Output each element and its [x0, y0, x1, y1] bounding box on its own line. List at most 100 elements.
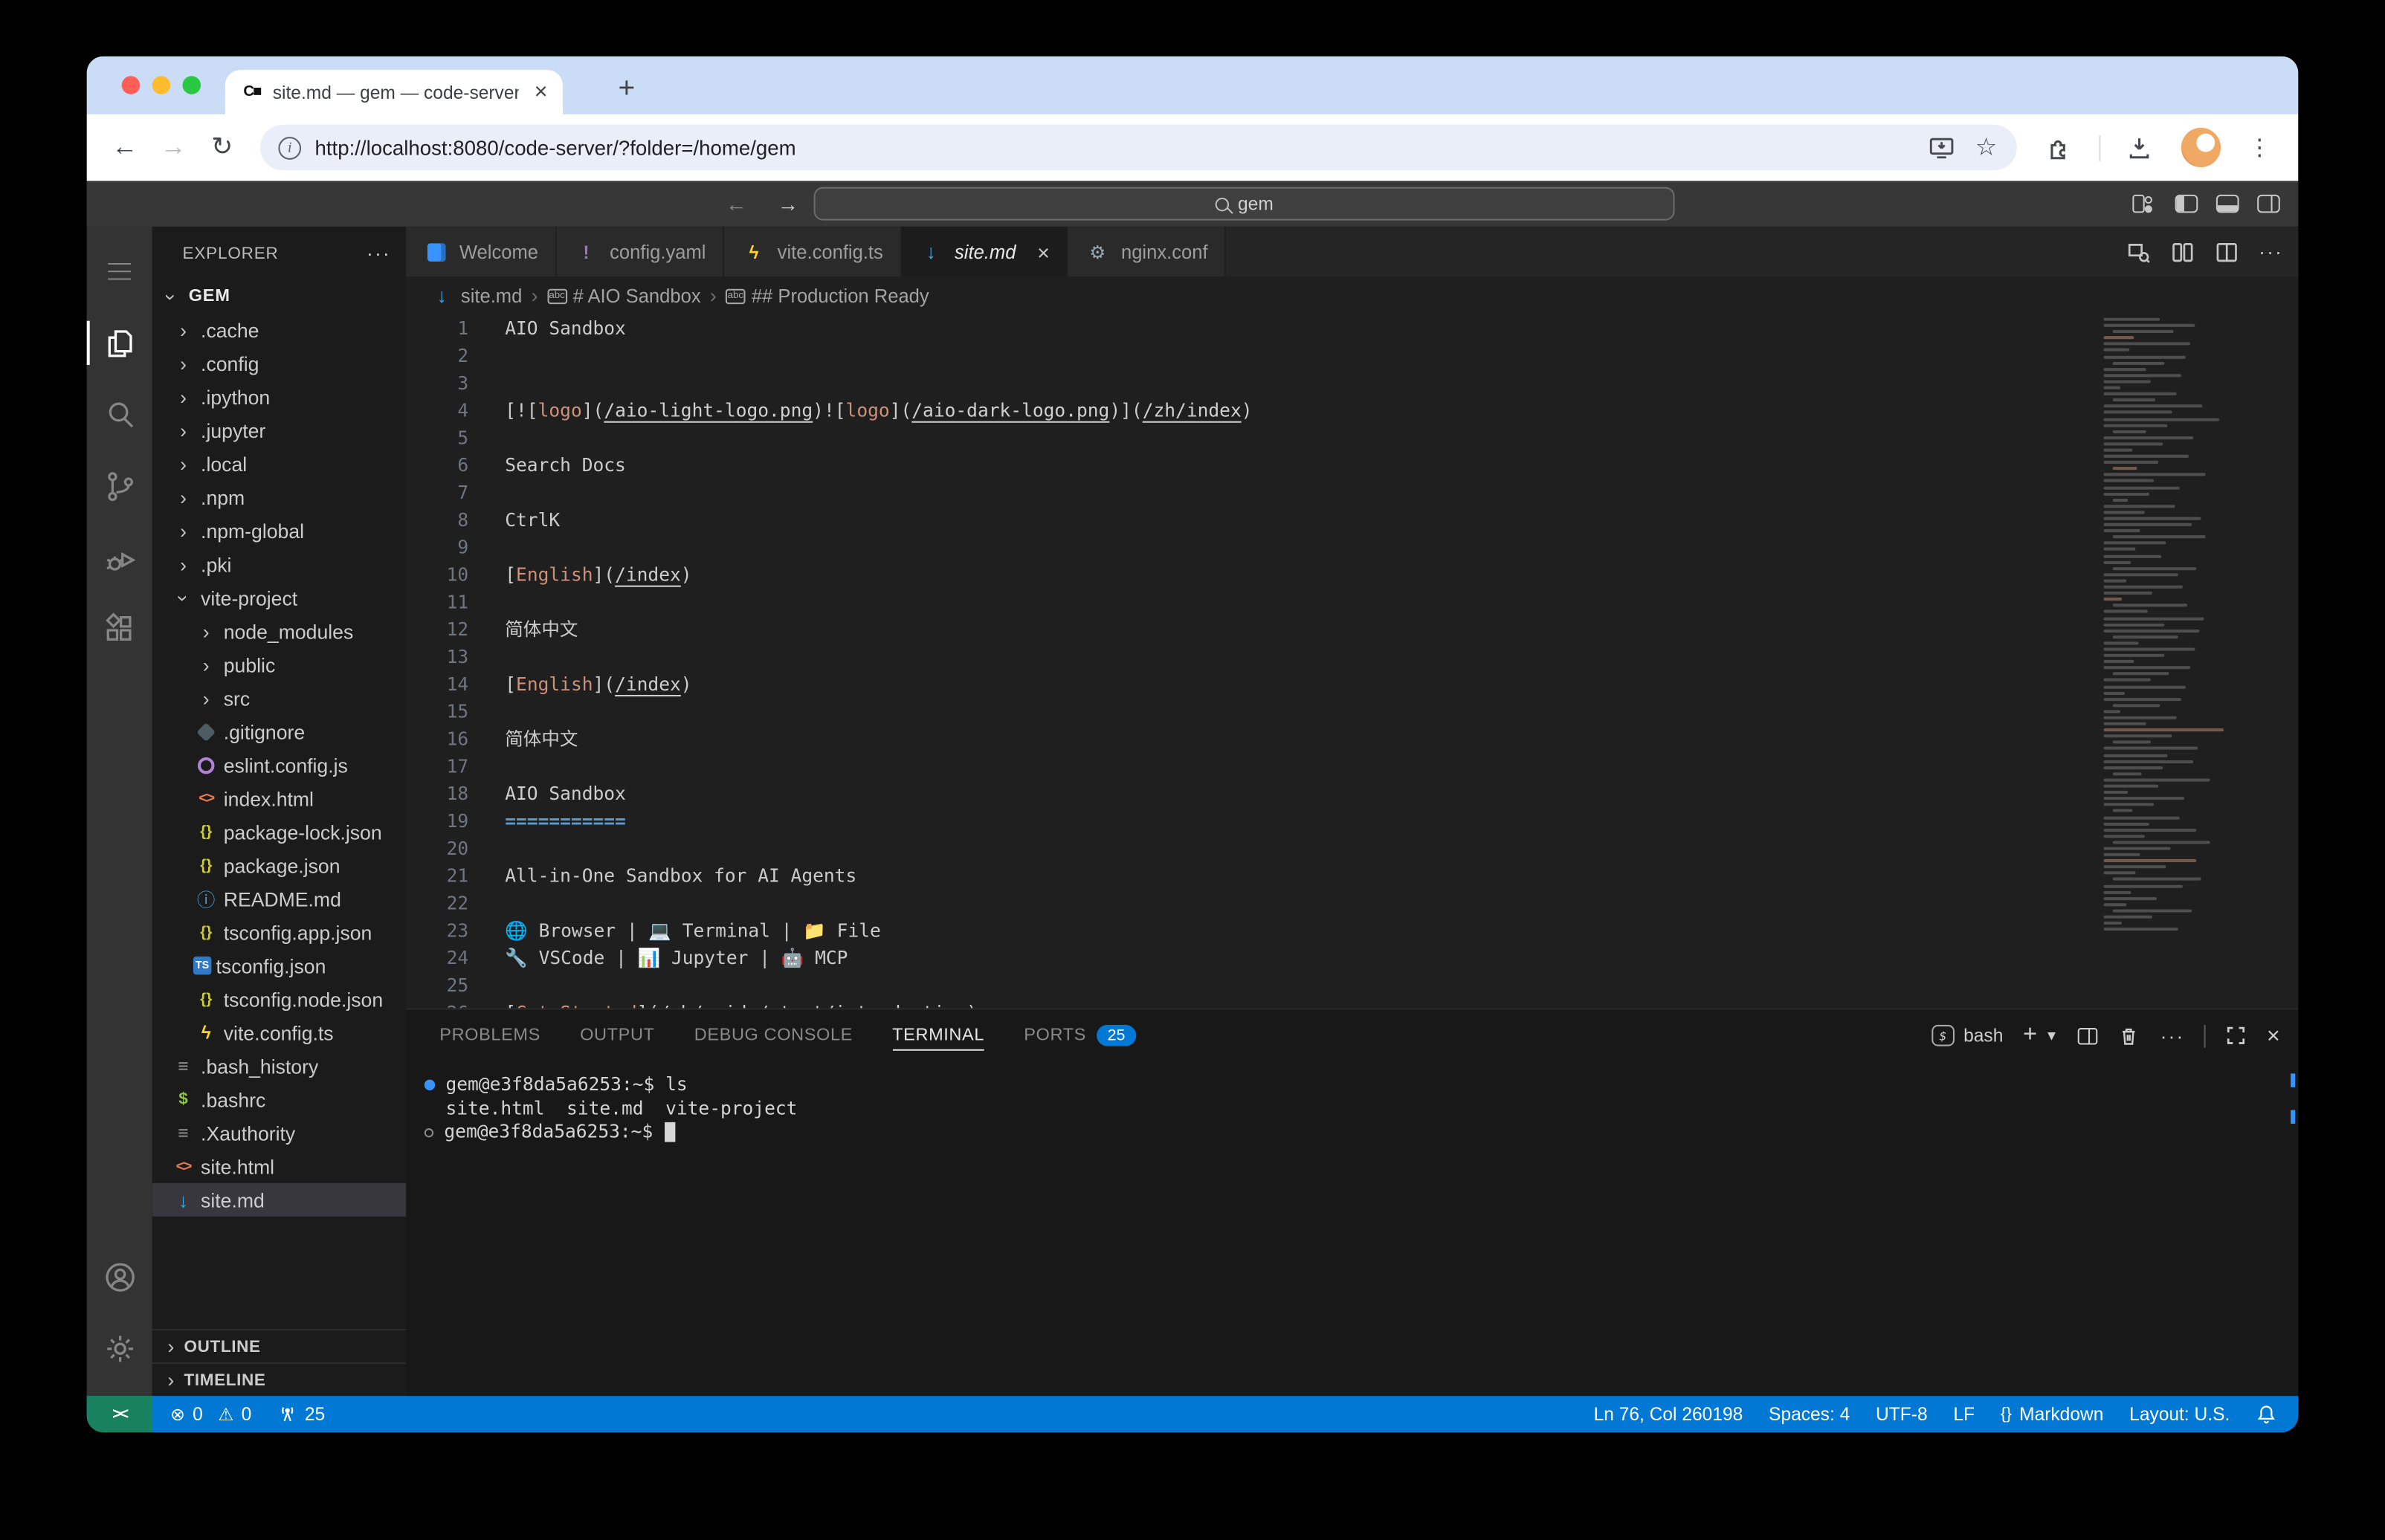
status-ln-76-col-260198[interactable]: Ln 76, Col 260198 — [1594, 1403, 1743, 1425]
breadcrumb-item[interactable]: abc# AIO Sandbox — [547, 285, 701, 307]
ports-status[interactable]: 25 — [277, 1403, 325, 1425]
tree-item-node_modules[interactable]: ›node_modules — [152, 615, 407, 648]
section-timeline[interactable]: ›TIMELINE — [152, 1362, 407, 1396]
tree-item-site.md[interactable]: ↓site.md — [152, 1183, 407, 1217]
toggle-sidebar-icon[interactable] — [2175, 195, 2198, 213]
customize-layout-icon[interactable] — [2132, 195, 2157, 213]
panel-tab-ports[interactable]: PORTS25 — [1024, 1009, 1136, 1061]
close-panel-icon[interactable]: × — [2267, 1023, 2280, 1049]
editor-line[interactable]: 13 — [406, 643, 2298, 670]
browser-tab[interactable]: C■ site.md — gem — code-server × — [225, 70, 563, 114]
remote-indicator[interactable]: >< — [87, 1396, 152, 1432]
tree-item-public[interactable]: ›public — [152, 648, 407, 682]
toggle-secondary-sidebar-icon[interactable] — [2257, 195, 2280, 213]
tree-item-index.html[interactable]: <>index.html — [152, 782, 407, 815]
sidebar-item-source-control[interactable] — [87, 450, 152, 522]
tree-item-eslint.config.js[interactable]: eslint.config.js — [152, 748, 407, 782]
settings-gear-icon[interactable] — [101, 1313, 138, 1384]
editor-line[interactable]: 14[English](/index) — [406, 670, 2298, 698]
site-info-icon[interactable]: i — [278, 136, 301, 159]
maximize-panel-icon[interactable] — [2226, 1025, 2247, 1046]
tree-item-site.html[interactable]: <>site.html — [152, 1150, 407, 1183]
editor-line[interactable]: 3 — [406, 369, 2298, 397]
more-actions-icon[interactable]: ··· — [2160, 1024, 2185, 1047]
editor-line[interactable]: 12简体中文 — [406, 616, 2298, 644]
forward-icon[interactable]: → — [154, 132, 193, 163]
tree-item-package-lock.json[interactable]: {}package-lock.json — [152, 815, 407, 849]
tree-item-readme.md[interactable]: ⓘREADME.md — [152, 882, 407, 916]
close-icon[interactable]: × — [1037, 239, 1050, 264]
bookmark-star-icon[interactable]: ☆ — [1975, 132, 1997, 163]
new-terminal-icon[interactable]: + — [2023, 1022, 2037, 1049]
command-center-search[interactable]: gem — [814, 187, 1675, 221]
nav-forward-icon[interactable]: → — [777, 192, 798, 216]
editor-line[interactable]: 23🌐 Browser | 💻 Terminal | 📁 File — [406, 917, 2298, 945]
more-actions-icon[interactable]: ··· — [2259, 240, 2283, 263]
tree-item-.cache[interactable]: ›.cache — [152, 313, 407, 346]
editor-line[interactable]: 7 — [406, 479, 2298, 506]
profile-avatar[interactable] — [2181, 128, 2221, 167]
status-layout-u-s-[interactable]: Layout: U.S. — [2129, 1403, 2230, 1425]
breadcrumb[interactable]: ↓site.md›abc# AIO Sandbox›abc## Producti… — [406, 276, 2298, 314]
terminal-dropdown-icon[interactable]: ▼ — [2044, 1028, 2058, 1043]
tree-item-.config[interactable]: ›.config — [152, 346, 407, 380]
editor-line[interactable]: 4[![logo](/aio-light-logo.png)![logo](/a… — [406, 397, 2298, 424]
tree-item-.bash_history[interactable]: ≡.bash_history — [152, 1049, 407, 1083]
tree-item-.pki[interactable]: ›.pki — [152, 548, 407, 581]
sidebar-item-extensions[interactable] — [87, 593, 152, 664]
section-outline[interactable]: ›OUTLINE — [152, 1329, 407, 1362]
tree-item-.npm[interactable]: ›.npm — [152, 481, 407, 514]
back-icon[interactable]: ← — [105, 132, 144, 163]
open-changes-icon[interactable] — [2170, 239, 2195, 264]
breadcrumb-item[interactable]: ↓site.md — [429, 284, 522, 308]
editor-line[interactable]: 5 — [406, 424, 2298, 452]
status-lf[interactable]: LF — [1953, 1403, 1975, 1425]
split-editor-icon[interactable] — [2215, 239, 2239, 264]
editor-line[interactable]: 18AIO Sandbox — [406, 780, 2298, 808]
panel-tab-output[interactable]: OUTPUT — [580, 1009, 654, 1061]
editor-line[interactable]: 21All-in-One Sandbox for AI Agents — [406, 862, 2298, 890]
reload-icon[interactable]: ↻ — [202, 132, 242, 163]
minimap[interactable] — [2103, 318, 2230, 991]
kill-terminal-icon[interactable] — [2117, 1024, 2140, 1047]
problems-status[interactable]: ⊗ 0 ⚠ 0 — [170, 1403, 251, 1425]
tree-item-vite-project[interactable]: ›vite-project — [152, 581, 407, 615]
tree-item-vite.config.ts[interactable]: ϟvite.config.ts — [152, 1016, 407, 1049]
install-app-icon[interactable] — [1928, 135, 1954, 161]
toggle-panel-icon[interactable] — [2216, 195, 2239, 213]
tree-item-.gitignore[interactable]: .gitignore — [152, 715, 407, 748]
editor-tab-site.md[interactable]: ↓site.md× — [901, 227, 1068, 277]
window-zoom-button[interactable] — [183, 76, 201, 94]
bell-icon[interactable] — [2256, 1403, 2277, 1425]
tree-item-src[interactable]: ›src — [152, 682, 407, 715]
extensions-puzzle-icon[interactable] — [2046, 134, 2073, 161]
editor-line[interactable]: 17 — [406, 753, 2298, 780]
editor-pane[interactable]: 1AIO Sandbox234[![logo](/aio-light-logo.… — [406, 315, 2298, 1009]
tree-item-tsconfig.node.json[interactable]: {}tsconfig.node.json — [152, 983, 407, 1016]
editor-line[interactable]: 20 — [406, 835, 2298, 862]
editor-line[interactable]: 26[Get Started](/zh/guide/start/introduc… — [406, 999, 2298, 1008]
tree-item-.xauthority[interactable]: ≡.Xauthority — [152, 1116, 407, 1150]
downloads-icon[interactable] — [2126, 135, 2152, 161]
tree-item-.npm-global[interactable]: ›.npm-global — [152, 514, 407, 548]
window-minimize-button[interactable] — [152, 76, 171, 94]
tab-close-icon[interactable]: × — [531, 79, 550, 105]
nav-back-icon[interactable]: ← — [726, 192, 747, 216]
tree-item-.jupyter[interactable]: ›.jupyter — [152, 413, 407, 447]
url-text[interactable]: http://localhost:8080/code-server/?folde… — [315, 136, 1918, 159]
editor-line[interactable]: 22 — [406, 890, 2298, 917]
terminal-profile[interactable]: $ bash — [1931, 1025, 2003, 1046]
editor-line[interactable]: 1AIO Sandbox — [406, 315, 2298, 343]
editor-line[interactable]: 8CtrlK — [406, 506, 2298, 534]
terminal[interactable]: gem@e3f8da5a6253:~$ lssite.html site.md … — [406, 1061, 2298, 1145]
panel-tab-terminal[interactable]: TERMINAL — [892, 1009, 984, 1061]
breadcrumb-item[interactable]: abc## Production Ready — [726, 285, 929, 307]
status-utf-8[interactable]: UTF-8 — [1876, 1403, 1928, 1425]
more-actions-icon[interactable]: ··· — [367, 242, 391, 265]
tree-item-package.json[interactable]: {}package.json — [152, 849, 407, 882]
editor-line[interactable]: 11 — [406, 589, 2298, 616]
editor-line[interactable]: 9 — [406, 534, 2298, 561]
editor-line[interactable]: 15 — [406, 698, 2298, 725]
status-spaces-4[interactable]: Spaces: 4 — [1769, 1403, 1850, 1425]
tree-item-gem[interactable]: ›GEM — [152, 279, 407, 313]
